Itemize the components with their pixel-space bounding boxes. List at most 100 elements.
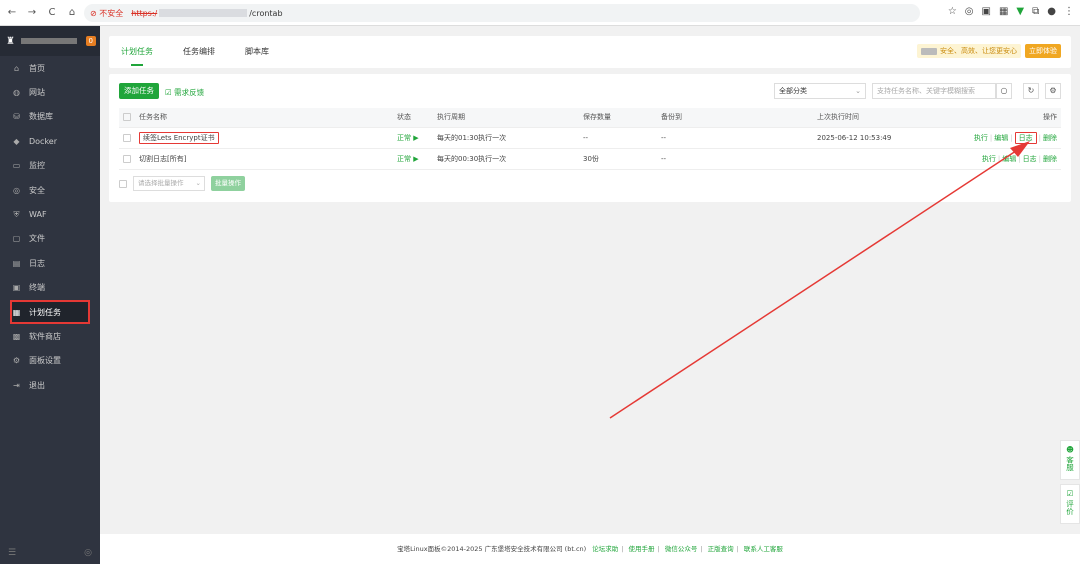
task-name[interactable]: 续签Lets Encrypt证书 xyxy=(139,131,219,144)
footer-link-support[interactable]: 联系人工客服 xyxy=(744,545,783,553)
rate-button[interactable]: ☑ 评价 xyxy=(1060,484,1080,524)
action-edit-link[interactable]: 编辑 xyxy=(994,134,1008,142)
sidebar-item-13[interactable]: ⇥ 退出 xyxy=(0,373,100,397)
settings-icon[interactable]: ⚙ xyxy=(1045,83,1061,99)
col-backup: 备份到 xyxy=(661,108,817,128)
shield-icon: ◎ xyxy=(13,185,20,195)
refresh-icon[interactable]: ↻ xyxy=(1023,83,1039,99)
tab-task-orchestration[interactable]: 任务编排 xyxy=(183,36,215,68)
menu-icon[interactable]: ⋮ xyxy=(1064,6,1074,17)
not-secure-badge[interactable]: ⊘ 不安全 xyxy=(90,8,123,19)
home-icon[interactable]: ⌂ xyxy=(64,7,80,18)
footer-link-license[interactable]: 正版查询 xyxy=(708,545,734,553)
task-keep: -- xyxy=(583,127,661,149)
promo-banner: 安全、高效、让您更安心 立即体验 xyxy=(917,44,1061,58)
customer-service-label: 客服 xyxy=(1065,456,1075,471)
row-checkbox[interactable] xyxy=(123,154,131,163)
task-cycle: 每天的01:30执行一次 xyxy=(437,127,583,149)
batch-checkbox[interactable] xyxy=(119,179,127,188)
sidebar-footer: ☰ ◎ xyxy=(8,548,92,558)
sidebar-item-6[interactable]: ⛨ WAF xyxy=(0,202,100,226)
footer-link-manual[interactable]: 使用手册 xyxy=(629,545,655,553)
back-icon[interactable]: ← xyxy=(4,7,20,18)
tab-script-library[interactable]: 脚本库 xyxy=(245,36,269,68)
action-run-link[interactable]: 执行 xyxy=(982,155,996,163)
sidebar-item-label: 软件商店 xyxy=(29,331,61,341)
batch-select[interactable]: 请选择批量操作 ⌄ xyxy=(133,176,205,191)
sidebar-item-4[interactable]: ▭ 监控 xyxy=(0,154,100,178)
rate-label: 评价 xyxy=(1065,500,1075,515)
folder-icon: ▢ xyxy=(12,234,21,244)
extension-icon[interactable]: ◎ xyxy=(965,6,974,17)
add-task-button[interactable]: 添加任务 xyxy=(119,83,159,99)
bookmark-star-icon[interactable]: ☆ xyxy=(948,6,957,17)
customer-service-button[interactable]: ☻ 客服 xyxy=(1060,440,1080,480)
logo-icon: ♜ xyxy=(6,35,15,47)
task-status[interactable]: 正常 ▶ xyxy=(397,127,437,149)
action-edit-link[interactable]: 编辑 xyxy=(1002,155,1016,163)
table-header: 任务名称 状态 执行周期 保存数量 备份到 上次执行时间 操作 xyxy=(119,108,1061,128)
sidebar-item-5[interactable]: ◎ 安全 xyxy=(0,178,100,202)
action-run-link[interactable]: 执行 xyxy=(974,134,988,142)
url-path: /crontab xyxy=(249,8,283,18)
collapse-menu-icon[interactable]: ☰ xyxy=(8,548,16,558)
sidebar-item-label: 网站 xyxy=(29,88,45,98)
url-scheme: https:/ xyxy=(131,8,158,18)
sidebar-menu: ⌂ 首页 ◍ 网站 ⛁ 数据库 ◆ Docker ▭ 监控 ◎ 安全 ⛨ WAF ▢ 文件 ▤ 日志 ▣ 终端 ▦ 计划任… xyxy=(0,56,100,397)
promo-chip: 安全、高效、让您更安心 xyxy=(917,44,1021,58)
profile-avatar-icon[interactable]: ● xyxy=(1047,6,1056,17)
action-delete-link[interactable]: 删除 xyxy=(1043,155,1057,163)
review-icon: ☑ xyxy=(1066,489,1074,498)
sidebar-item-2[interactable]: ⛁ 数据库 xyxy=(0,105,100,129)
sidebar-item-3[interactable]: ◆ Docker xyxy=(0,129,100,153)
action-log-link[interactable]: 日志 xyxy=(1014,131,1037,144)
search-icon[interactable]: ○ xyxy=(996,83,1012,99)
task-keep: 30份 xyxy=(583,148,661,170)
sidebar-item-1[interactable]: ◍ 网站 xyxy=(0,80,100,104)
sidebar-item-0[interactable]: ⌂ 首页 xyxy=(0,56,100,80)
batch-bar: 请选择批量操作 ⌄ 批量操作 xyxy=(119,176,245,191)
headset-icon: ☻ xyxy=(1066,445,1074,454)
footer-link-wechat[interactable]: 微信公众号 xyxy=(665,545,698,553)
notification-badge[interactable]: 0 xyxy=(85,36,96,46)
globe-icon: ◍ xyxy=(13,88,20,98)
search-input[interactable]: 支持任务名称、关键字模糊搜索 xyxy=(872,83,996,99)
extension-icon[interactable]: ▣ xyxy=(982,6,991,17)
feedback-link[interactable]: ☑ 需求反馈 xyxy=(165,87,204,98)
forward-icon[interactable]: → xyxy=(24,7,40,18)
page-footer: 宝塔Linux面板©2014-2025 广东堡塔安全技术有限公司 (bt.cn)… xyxy=(100,534,1080,564)
tab-scheduled-tasks[interactable]: 计划任务 xyxy=(121,36,153,68)
action-log-link[interactable]: 日志 xyxy=(1023,155,1037,163)
settings-dot-icon[interactable]: ◎ xyxy=(84,548,92,558)
sidebar-item-10[interactable]: ▦ 计划任务 xyxy=(10,299,90,325)
sidebar-item-7[interactable]: ▢ 文件 xyxy=(0,227,100,251)
extension-icon[interactable]: ▼ xyxy=(1016,6,1024,17)
action-delete-link[interactable]: 删除 xyxy=(1043,134,1057,142)
puzzle-icon[interactable]: ⧉ xyxy=(1032,6,1039,17)
task-status[interactable]: 正常 ▶ xyxy=(397,148,437,170)
select-all-checkbox[interactable] xyxy=(123,113,131,122)
sidebar-item-8[interactable]: ▤ 日志 xyxy=(0,251,100,275)
sidebar-item-label: WAF xyxy=(29,210,47,220)
row-checkbox[interactable] xyxy=(123,133,131,142)
chevron-down-icon: ⌄ xyxy=(195,179,201,187)
log-icon: ▤ xyxy=(12,258,21,268)
sidebar-item-9[interactable]: ▣ 终端 xyxy=(0,276,100,300)
waf-icon: ⛨ xyxy=(13,209,20,219)
task-panel: 添加任务 ☑ 需求反馈 全部分类 ⌄ 支持任务名称、关键字模糊搜索 ○ ↻ ⚙ 任… xyxy=(109,74,1071,202)
reload-icon[interactable]: C xyxy=(44,7,60,18)
sidebar-item-label: 文件 xyxy=(29,234,45,244)
col-actions: 操作 xyxy=(967,108,1061,128)
copyright-text: 宝塔Linux面板©2014-2025 广东堡塔安全技术有限公司 (bt.cn) xyxy=(397,545,587,553)
extension-icon[interactable]: ▦ xyxy=(999,6,1008,17)
address-bar[interactable]: ⊘ 不安全 https:/ /crontab xyxy=(84,4,920,22)
task-backup: -- xyxy=(661,127,817,149)
sidebar-item-11[interactable]: ▩ 软件商店 xyxy=(0,324,100,348)
sidebar-item-12[interactable]: ⚙ 面板设置 xyxy=(0,349,100,373)
try-now-button[interactable]: 立即体验 xyxy=(1025,44,1061,58)
batch-action-button[interactable]: 批量操作 xyxy=(211,176,245,191)
category-select[interactable]: 全部分类 ⌄ xyxy=(774,83,866,99)
task-name[interactable]: 切割日志[所有] xyxy=(139,155,186,163)
task-backup: -- xyxy=(661,148,817,170)
footer-link-forum[interactable]: 论坛求助 xyxy=(592,545,618,553)
